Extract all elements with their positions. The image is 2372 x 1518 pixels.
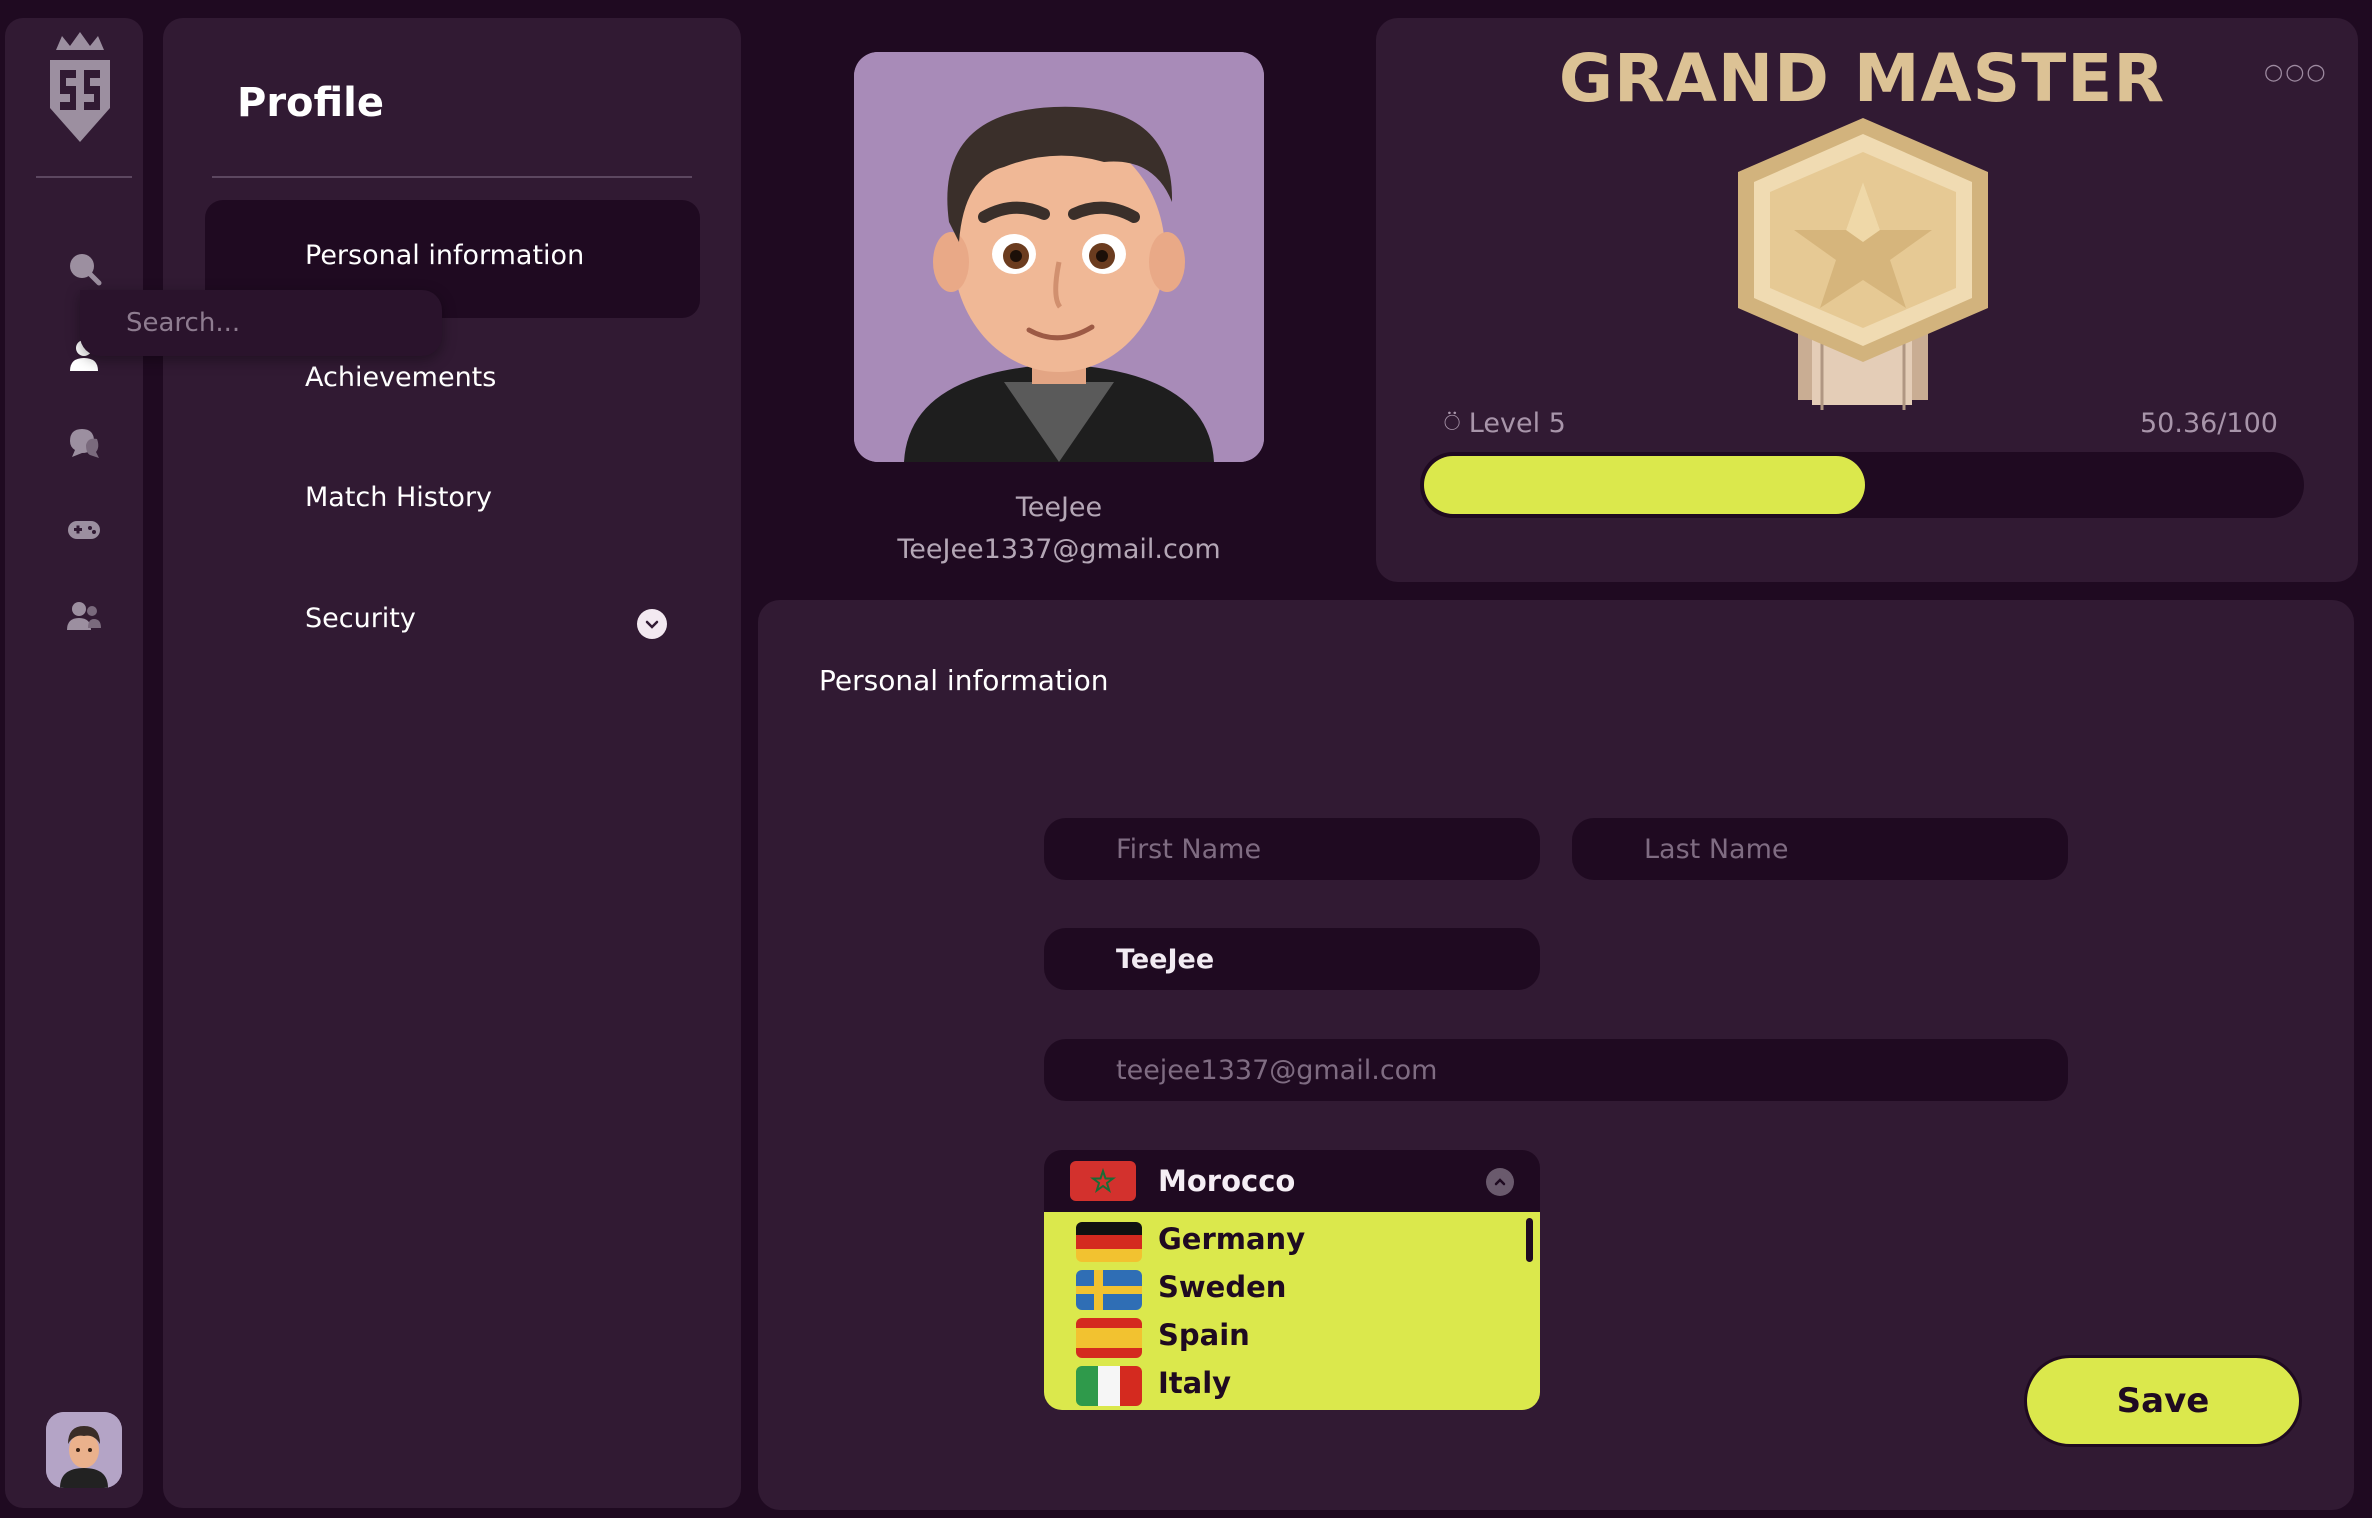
level-score: 50.36/100 xyxy=(2140,408,2278,439)
profile-avatar[interactable] xyxy=(854,52,1264,462)
country-select[interactable]: Morocco xyxy=(1044,1150,1540,1212)
menu-item-achievements[interactable]: Achievements xyxy=(305,362,496,393)
rank-title: GRAND MASTER xyxy=(1558,40,2166,117)
rail-divider xyxy=(36,176,132,178)
level-label: ⍥ Level 5 xyxy=(1444,408,1566,440)
menu-item-match-history[interactable]: Match History xyxy=(305,482,492,513)
profile-email: TeeJee1337@gmail.com xyxy=(897,534,1221,565)
search-icon[interactable] xyxy=(66,250,102,286)
level-medal-icon: ⍥ xyxy=(1444,408,1461,439)
nickname-field[interactable]: TeeJee xyxy=(1044,928,1540,990)
country-option-germany[interactable]: Germany xyxy=(1158,1222,1305,1256)
last-name-field[interactable]: Last Name xyxy=(1572,818,2068,880)
chevron-down-icon[interactable] xyxy=(637,609,667,639)
page-title: Profile xyxy=(237,80,385,126)
email-field[interactable]: teejee1337@gmail.com xyxy=(1044,1039,2068,1101)
country-options-list: Germany Sweden Spain Italy xyxy=(1044,1212,1540,1410)
more-icon[interactable]: ○○○ xyxy=(2264,60,2328,85)
search-input[interactable]: Search... xyxy=(80,290,442,356)
friends-icon[interactable] xyxy=(66,598,102,634)
menu-item-security[interactable]: Security xyxy=(305,603,416,634)
logo-icon[interactable] xyxy=(44,30,116,150)
morocco-flag-icon xyxy=(1070,1161,1136,1201)
menu-divider xyxy=(212,176,692,178)
country-list-scrollbar[interactable] xyxy=(1526,1218,1533,1262)
spain-flag-icon xyxy=(1076,1318,1142,1358)
country-option-italy[interactable]: Italy xyxy=(1158,1366,1231,1400)
grand-master-badge-icon xyxy=(1738,118,1988,410)
section-heading: Personal information xyxy=(819,664,1109,697)
country-option-spain[interactable]: Spain xyxy=(1158,1318,1250,1352)
menu-item-personal-information[interactable]: Personal information xyxy=(305,240,584,271)
avatar[interactable] xyxy=(46,1412,122,1488)
chat-icon[interactable] xyxy=(66,425,102,461)
first-name-field[interactable]: First Name xyxy=(1044,818,1540,880)
icon-rail xyxy=(5,18,143,1508)
gamepad-icon[interactable] xyxy=(66,512,102,548)
italy-flag-icon xyxy=(1076,1366,1142,1406)
profile-username: TeeJee xyxy=(1015,492,1103,523)
chevron-up-icon[interactable] xyxy=(1486,1168,1514,1196)
xp-progress-fill xyxy=(1424,456,1865,514)
sweden-flag-icon xyxy=(1076,1270,1142,1310)
save-button[interactable]: Save xyxy=(2024,1355,2302,1447)
level-text: Level 5 xyxy=(1468,408,1566,439)
country-option-sweden[interactable]: Sweden xyxy=(1158,1270,1286,1304)
country-selected-label: Morocco xyxy=(1158,1164,1296,1198)
germany-flag-icon xyxy=(1076,1222,1142,1262)
